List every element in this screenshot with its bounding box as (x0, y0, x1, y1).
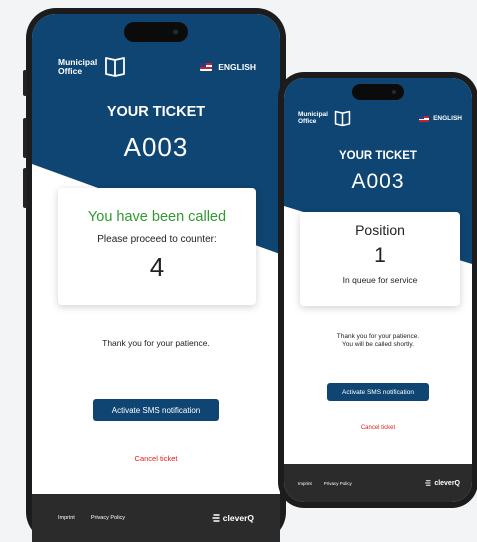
app-footer: Imprint Privacy Policy cleverQ (32, 494, 280, 542)
ticket-title: YOUR TICKET (339, 150, 417, 162)
called-status: You have been called (87, 209, 227, 225)
ticket-number: A003 (351, 170, 405, 193)
patience-message: Thank you for your patience. (102, 338, 210, 348)
counter-number: 4 (149, 252, 165, 282)
phone-notch (352, 84, 404, 100)
activate-sms-button[interactable]: Activate SMS notification (327, 383, 429, 401)
phone-queue-state: Municipal Office ENGLISH YOUR TICKET A00… (278, 72, 477, 508)
phone-side-button (23, 70, 27, 96)
privacy-policy-link[interactable]: Privacy Policy (324, 481, 352, 486)
imprint-link[interactable]: Imprint (58, 515, 75, 521)
app-header: Municipal Office ENGLISH (32, 56, 280, 78)
phone-notch (124, 22, 188, 42)
position-heading: Position (355, 222, 405, 238)
language-selector[interactable]: ENGLISH (200, 62, 256, 72)
patience-message: Thank you for your patience. You will be… (284, 333, 472, 350)
patience-message-line2: You will be called shortly. (342, 341, 414, 349)
municipal-office-logo[interactable]: Municipal Office (58, 56, 127, 78)
phone-volume-up-button (23, 118, 27, 158)
queue-status-text: In queue for service (342, 275, 418, 285)
cleverq-logo-icon (212, 514, 220, 522)
us-flag-icon (200, 63, 213, 71)
app-header: Municipal Office ENGLISH (284, 110, 472, 127)
us-flag-icon (419, 115, 430, 122)
cleverq-logo-icon (425, 480, 431, 486)
phone-called-state: Municipal Office ENGLISH YOUR TICKET A00… (23, 8, 286, 542)
logo-text-line2: Office (58, 66, 83, 76)
cancel-ticket-link[interactable]: Cancel ticket (284, 425, 472, 431)
privacy-policy-link[interactable]: Privacy Policy (91, 515, 125, 521)
cancel-ticket-link[interactable]: Cancel ticket (32, 454, 280, 463)
language-label: ENGLISH (433, 115, 462, 122)
phone-screen: Municipal Office ENGLISH YOUR TICKET A00… (284, 78, 472, 502)
phone-volume-down-button (23, 168, 27, 208)
cleverq-brand: cleverQ (211, 513, 254, 523)
brand-name: cleverQ (434, 479, 460, 487)
book-icon (334, 110, 351, 127)
cleverq-brand: cleverQ (424, 480, 460, 487)
ticket-title: YOUR TICKET (106, 104, 206, 120)
app-footer: Imprint Privacy Policy cleverQ (284, 464, 472, 502)
ticket-number: A003 (123, 132, 189, 162)
book-icon (105, 57, 126, 77)
position-number: 1 (374, 244, 386, 267)
imprint-link[interactable]: Imprint (298, 481, 312, 486)
activate-sms-button[interactable]: Activate SMS notification (93, 399, 219, 421)
called-card: You have been called Please proceed to c… (58, 188, 256, 305)
logo-text-line2: Office (298, 117, 317, 125)
language-selector[interactable]: ENGLISH (419, 115, 462, 122)
counter-instruction: Please proceed to counter: (97, 234, 217, 245)
municipal-office-logo[interactable]: Municipal Office (298, 110, 352, 127)
brand-name: cleverQ (222, 513, 254, 523)
patience-message-line1: Thank you for your patience. (336, 333, 420, 340)
position-card: Position 1 In queue for service (300, 212, 460, 306)
language-label: ENGLISH (218, 62, 256, 72)
phone-screen: Municipal Office ENGLISH YOUR TICKET A00… (32, 14, 280, 542)
